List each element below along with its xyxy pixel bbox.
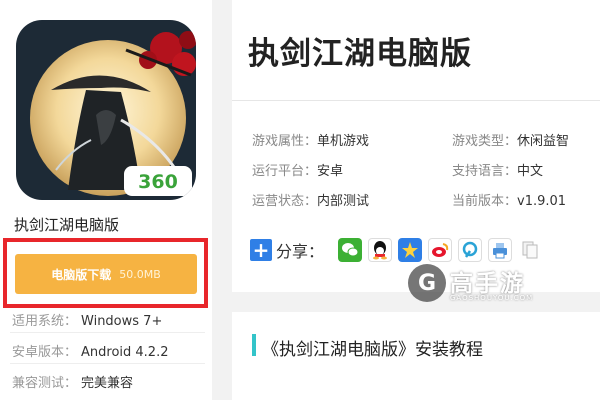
attr-key: 运行平台： xyxy=(252,164,318,179)
attr-status: 运营状态：内部测试 xyxy=(252,190,369,209)
attr-value: 内部测试 xyxy=(317,194,370,209)
attr-key: 游戏类型： xyxy=(452,134,518,149)
share-bar: + 分享： xyxy=(250,238,543,262)
print-icon[interactable] xyxy=(488,238,513,262)
watermark-logo-icon: G xyxy=(408,264,446,302)
spec-key: 兼容测试： xyxy=(12,376,78,391)
tutorial-heading: 《执剑江湖电脑版》安装教程 xyxy=(262,340,483,360)
attr-key: 游戏属性： xyxy=(252,134,318,149)
spec-divider xyxy=(10,332,205,333)
attr-key: 支持语言： xyxy=(452,164,518,179)
tencent-weibo-icon[interactable] xyxy=(458,238,483,262)
share-plus-icon[interactable]: + xyxy=(250,239,272,261)
spec-key: 安卓版本： xyxy=(12,345,78,360)
spec-value: 完美兼容 xyxy=(81,376,134,391)
spec-divider xyxy=(10,363,205,364)
title-divider xyxy=(232,100,600,101)
app-info-panel: 360 执剑江湖电脑版 电脑版下载 50.0MB 适用系统： Windows 7+… xyxy=(0,0,212,400)
spec-android: 安卓版本： Android 4.2.2 xyxy=(12,341,169,360)
watermark-domain: GAOSHOUYOU.COM xyxy=(450,294,534,302)
attr-value: 中文 xyxy=(517,164,544,179)
attr-value: 休闲益智 xyxy=(517,134,570,149)
download-label: 电脑版下载 xyxy=(51,267,112,282)
spec-key: 适用系统： xyxy=(12,314,78,329)
attr-version: 当前版本：v1.9.01 xyxy=(452,190,566,209)
360-badge: 360 xyxy=(138,171,178,193)
section-accent-bar xyxy=(252,334,256,356)
download-highlight-frame: 电脑版下载 50.0MB xyxy=(3,238,208,308)
attr-value: 安卓 xyxy=(317,164,344,179)
attr-platform: 运行平台：安卓 xyxy=(252,160,343,179)
watermark-text: 高手游 xyxy=(450,271,525,297)
qq-icon[interactable] xyxy=(368,238,393,262)
share-label: 分享： xyxy=(276,242,325,261)
attr-value: v1.9.01 xyxy=(517,194,567,209)
pc-download-button[interactable]: 电脑版下载 50.0MB xyxy=(15,254,197,294)
attr-language: 支持语言：中文 xyxy=(452,160,543,179)
game-detail-panel: 执剑江湖电脑版 游戏属性：单机游戏 游戏类型：休闲益智 运行平台：安卓 支持语言… xyxy=(232,0,600,292)
app-name: 执剑江湖电脑版 xyxy=(14,216,120,234)
qzone-icon[interactable] xyxy=(398,238,423,262)
attr-key: 运营状态： xyxy=(252,194,318,209)
wechat-icon[interactable] xyxy=(338,238,363,262)
download-size: 50.0MB xyxy=(119,267,161,281)
tutorial-section: 《执剑江湖电脑版》安装教程 xyxy=(232,312,600,400)
copy-icon[interactable] xyxy=(518,238,543,262)
spec-value: Android 4.2.2 xyxy=(81,345,169,360)
attr-game-property: 游戏属性：单机游戏 xyxy=(252,130,369,149)
attr-key: 当前版本： xyxy=(452,194,518,209)
share-icons xyxy=(338,238,543,262)
app-icon[interactable]: 360 xyxy=(16,20,196,200)
weibo-icon[interactable] xyxy=(428,238,453,262)
attr-value: 单机游戏 xyxy=(317,134,370,149)
gaoshouyou-watermark: G 高手游 GAOSHOUYOU.COM xyxy=(408,262,532,306)
spec-os: 适用系统： Windows 7+ xyxy=(12,310,162,329)
spec-value: Windows 7+ xyxy=(81,314,163,329)
spec-compat: 兼容测试： 完美兼容 xyxy=(12,372,133,391)
game-art-icon: 360 xyxy=(16,20,196,200)
page-title: 执剑江湖电脑版 xyxy=(248,36,472,72)
attr-game-type: 游戏类型：休闲益智 xyxy=(452,130,569,149)
